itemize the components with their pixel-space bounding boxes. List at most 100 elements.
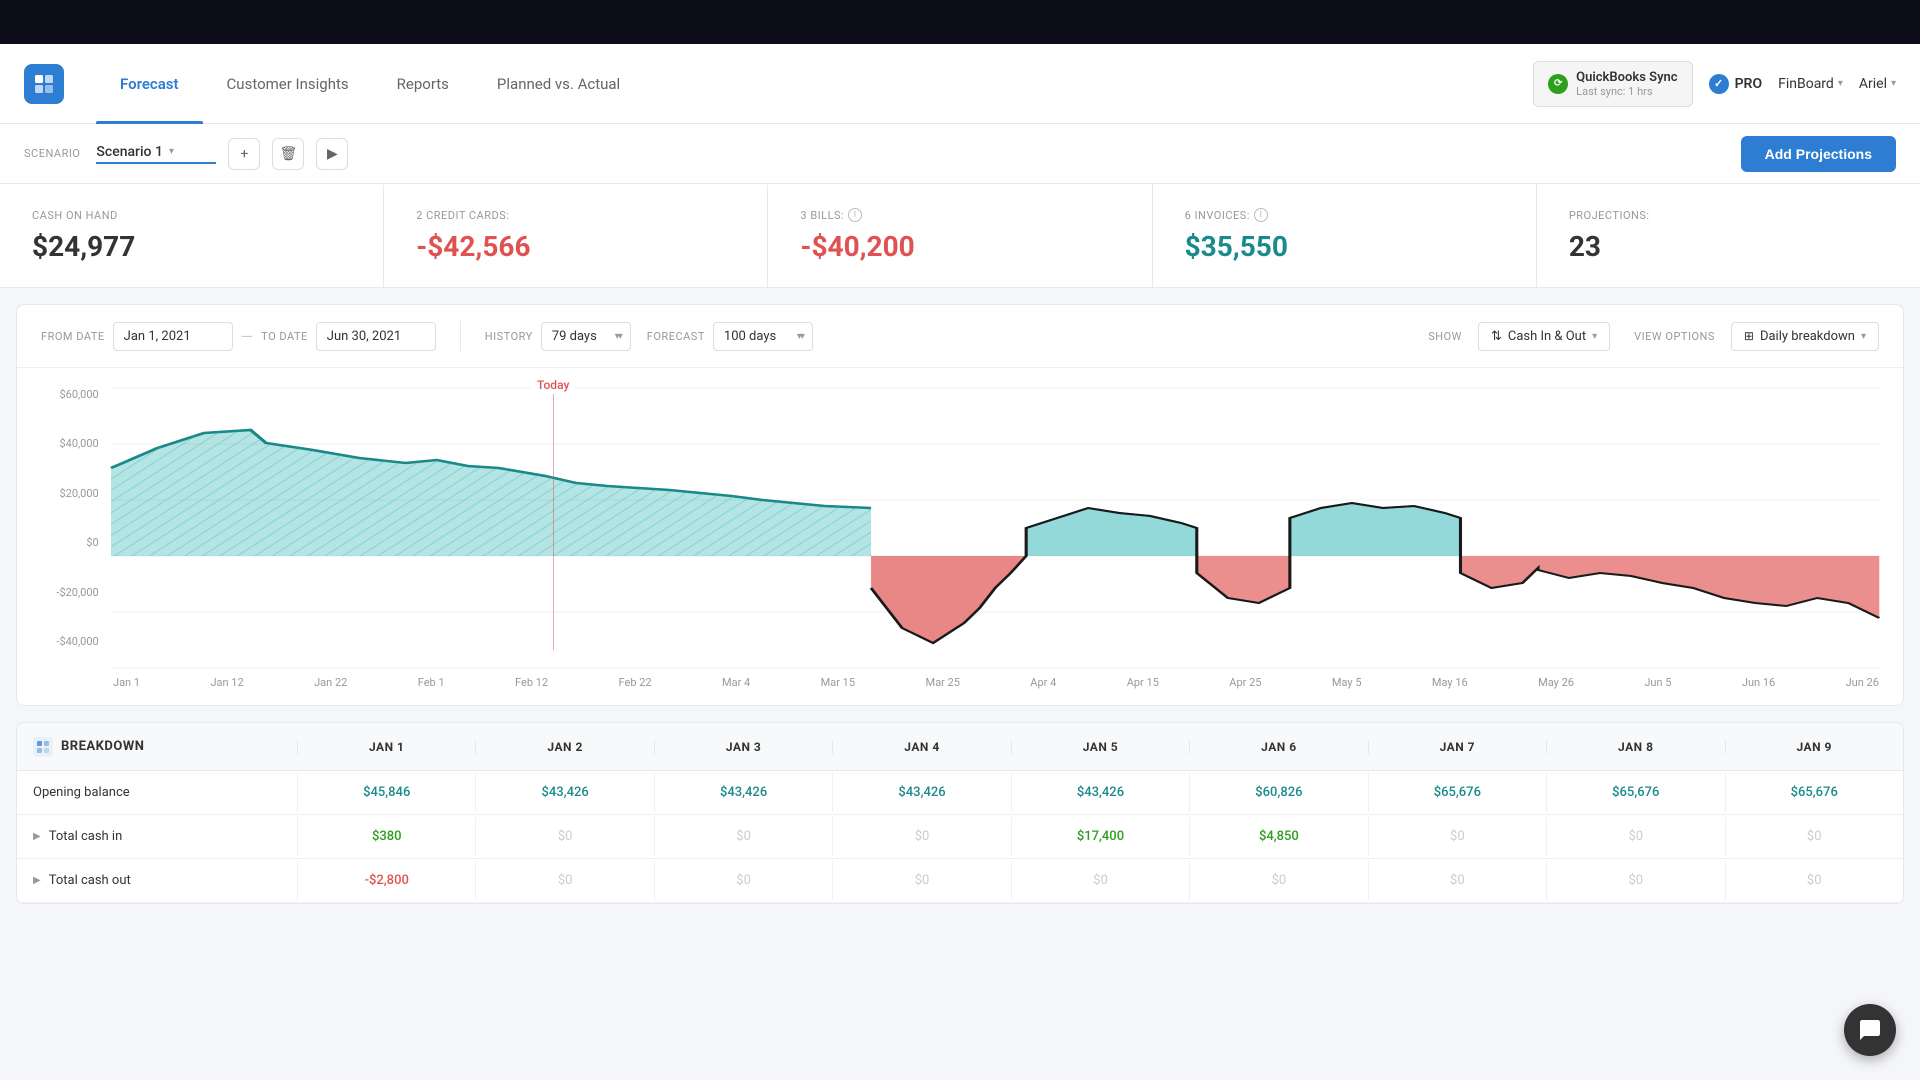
ob-jan1: $45,846 [297, 773, 475, 812]
x-may5: May 5 [1332, 676, 1362, 689]
forecast-select-wrapper: 100 days ▾ [713, 322, 813, 351]
breakdown-title-cell: BREAKDOWN [17, 737, 297, 757]
delete-scenario-button[interactable]: 🗑 [272, 138, 304, 170]
history-select-wrapper: 79 days ▾ [541, 322, 631, 351]
chart-forecast-positive-1 [1026, 508, 1197, 556]
forecast-label: FORECAST [647, 330, 705, 343]
stat-projections: PROJECTIONS: 23 [1537, 185, 1920, 287]
col-jan1: JAN 1 [297, 740, 475, 754]
today-marker: Today [531, 376, 575, 650]
tco-jan1: -$2,800 [297, 861, 475, 900]
view-options-chevron-icon: ▾ [1861, 331, 1866, 342]
from-date-label: FROM DATE [41, 330, 105, 343]
x-mar4: Mar 4 [722, 676, 750, 689]
forecast-group: FORECAST 100 days ▾ [647, 322, 813, 351]
tci-jan5: $17,400 [1011, 817, 1189, 856]
tco-jan4: $0 [832, 861, 1010, 900]
scenario-chevron-icon: ▾ [169, 146, 174, 157]
workspace-dropdown[interactable]: FinBoard ▾ [1778, 76, 1843, 92]
user-chevron-icon: ▾ [1891, 78, 1896, 89]
stat-projections-value: 23 [1569, 230, 1888, 263]
add-scenario-button[interactable]: + [228, 138, 260, 170]
stat-bills-label: 3 BILLS: i [800, 208, 1119, 222]
view-options-dropdown[interactable]: ⊞ Daily breakdown ▾ [1731, 322, 1879, 351]
y-axis: $60,000 $40,000 $20,000 $0 -$20,000 -$40… [41, 388, 111, 668]
from-date-group: FROM DATE Jan 1, 2021 — TO DATE Jun 30, … [41, 322, 436, 351]
user-menu[interactable]: Ariel ▾ [1859, 76, 1896, 92]
show-label: SHOW [1428, 330, 1462, 343]
col-jan4: JAN 4 [832, 740, 1010, 754]
col-jan6: JAN 6 [1189, 740, 1367, 754]
nav-customer-insights[interactable]: Customer Insights [203, 44, 373, 124]
bills-info-icon[interactable]: i [848, 208, 862, 222]
tco-jan8: $0 [1546, 861, 1724, 900]
col-jan9: JAN 9 [1725, 740, 1903, 754]
quickbooks-label: QuickBooks Sync Last sync: 1 hrs [1576, 70, 1677, 98]
cash-out-expand-icon[interactable]: ▶ [33, 875, 41, 886]
show-dropdown[interactable]: ⇅ Cash In & Out ▾ [1478, 322, 1610, 351]
ob-jan4: $43,426 [832, 773, 1010, 812]
date-separator: — [241, 327, 254, 346]
to-date-input[interactable]: Jun 30, 2021 [316, 322, 436, 351]
history-select[interactable]: 79 days ▾ [541, 322, 631, 351]
chart-with-yaxis: $60,000 $40,000 $20,000 $0 -$20,000 -$40… [41, 388, 1879, 668]
y-label-40k: $40,000 [41, 437, 99, 450]
x-jan22: Jan 22 [314, 676, 347, 689]
scenario-select[interactable]: Scenario 1 ▾ [96, 144, 216, 164]
ob-jan9: $65,676 [1725, 773, 1903, 812]
stat-cash-on-hand-value: $24,977 [32, 230, 351, 263]
x-jun16: Jun 16 [1742, 676, 1775, 689]
breakdown-header-row: BREAKDOWN JAN 1 JAN 2 JAN 3 JAN 4 JAN 5 … [17, 723, 1903, 771]
tco-jan2: $0 [475, 861, 653, 900]
nav-items: Forecast Customer Insights Reports Plann… [96, 44, 1533, 124]
top-bar [0, 0, 1920, 44]
x-feb1: Feb 1 [418, 676, 445, 689]
nav-reports[interactable]: Reports [373, 44, 473, 124]
tci-jan2: $0 [475, 817, 653, 856]
col-jan3: JAN 3 [654, 740, 832, 754]
nav-forecast[interactable]: Forecast [96, 44, 203, 124]
ob-jan2: $43,426 [475, 773, 653, 812]
x-apr15: Apr 15 [1127, 676, 1159, 689]
total-cash-out-label: ▶ Total cash out [17, 873, 297, 888]
tci-jan4: $0 [832, 817, 1010, 856]
add-projections-button[interactable]: Add Projections [1741, 136, 1896, 172]
tci-jan6: $4,850 [1189, 817, 1367, 856]
ob-jan5: $43,426 [1011, 773, 1189, 812]
pro-badge: ✓ PRO [1709, 74, 1763, 94]
chart-area: Today $60,000 $40,000 $20,000 $0 -$20,00… [17, 368, 1903, 705]
chart-forecast-negative-3 [1460, 556, 1538, 588]
quickbooks-icon: ⟳ [1548, 74, 1568, 94]
total-cash-out-values: -$2,800 $0 $0 $0 $0 $0 $0 $0 $0 [297, 861, 1903, 900]
forecast-select[interactable]: 100 days ▾ [713, 322, 813, 351]
col-jan2: JAN 2 [475, 740, 653, 754]
chart-history-hatch [111, 430, 871, 556]
x-apr4: Apr 4 [1030, 676, 1056, 689]
y-label-0: $0 [41, 536, 99, 549]
tco-jan3: $0 [654, 861, 832, 900]
row-total-cash-in: ▶ Total cash in $380 $0 $0 $0 $17,400 $4… [17, 815, 1903, 859]
stats-bar: CASH ON HAND $24,977 2 CREDIT CARDS: -$4… [0, 184, 1920, 288]
cash-in-expand-icon[interactable]: ▶ [33, 831, 41, 842]
col-jan5: JAN 5 [1011, 740, 1189, 754]
main-nav: Forecast Customer Insights Reports Plann… [0, 44, 1920, 124]
tci-jan3: $0 [654, 817, 832, 856]
tco-jan6: $0 [1189, 861, 1367, 900]
quickbooks-sync-button[interactable]: ⟳ QuickBooks Sync Last sync: 1 hrs [1533, 61, 1692, 107]
stat-credit-cards: 2 CREDIT CARDS: -$42,566 [384, 185, 768, 287]
nav-planned-vs-actual[interactable]: Planned vs. Actual [473, 44, 644, 124]
row-opening-balance: Opening balance $45,846 $43,426 $43,426 … [17, 771, 1903, 815]
invoices-info-icon[interactable]: i [1254, 208, 1268, 222]
play-scenario-button[interactable]: ▶ [316, 138, 348, 170]
from-date-input[interactable]: Jan 1, 2021 [113, 322, 233, 351]
ob-jan6: $60,826 [1189, 773, 1367, 812]
x-may16: May 16 [1432, 676, 1468, 689]
x-apr25: Apr 25 [1229, 676, 1261, 689]
x-jun26: Jun 26 [1846, 676, 1879, 689]
chart-svg [111, 388, 1879, 668]
tco-jan9: $0 [1725, 861, 1903, 900]
chat-button[interactable] [1844, 1004, 1896, 1056]
app-logo[interactable] [24, 64, 64, 104]
y-label-60k: $60,000 [41, 388, 99, 401]
stat-bills: 3 BILLS: i -$40,200 [768, 184, 1152, 287]
